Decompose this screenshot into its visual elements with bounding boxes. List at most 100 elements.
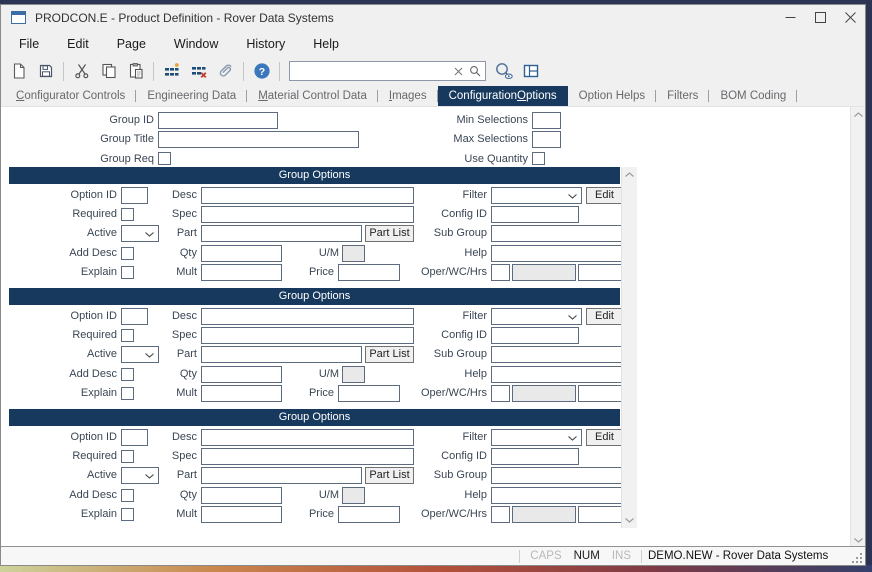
oper-input[interactable] [491, 506, 510, 523]
tab-option-helps[interactable]: Option Helps [568, 86, 656, 106]
help-input[interactable] [491, 245, 623, 262]
sub-group-input[interactable] [491, 225, 623, 242]
qty-input[interactable] [201, 245, 282, 262]
add-desc-checkbox[interactable] [121, 247, 134, 260]
help-button[interactable]: ? [249, 59, 274, 83]
mult-input[interactable] [201, 506, 282, 523]
price-input[interactable] [338, 264, 400, 281]
option-id-input[interactable] [121, 308, 148, 325]
mult-input[interactable] [201, 264, 282, 281]
group-req-checkbox[interactable] [158, 152, 171, 165]
spec-input[interactable] [201, 206, 414, 223]
tab-filters[interactable]: Filters [656, 86, 709, 106]
tab-material-control-data[interactable]: Material Control Data [247, 86, 378, 106]
oper-input[interactable] [491, 385, 510, 402]
sub-group-input[interactable] [491, 346, 623, 363]
filter-dropdown[interactable] [491, 187, 582, 204]
desc-input[interactable] [201, 308, 414, 325]
tab-configurator-controls[interactable]: Configurator Controls [5, 86, 136, 106]
maximize-button[interactable] [805, 5, 835, 31]
required-checkbox[interactable] [121, 450, 134, 463]
cut-button[interactable] [69, 59, 94, 83]
part-input[interactable] [201, 346, 362, 363]
find-preview-button[interactable] [491, 59, 516, 83]
close-button[interactable] [835, 5, 865, 31]
menu-file[interactable]: File [5, 31, 53, 57]
paste-button[interactable] [123, 59, 148, 83]
menu-help[interactable]: Help [299, 31, 353, 57]
qty-input[interactable] [201, 487, 282, 504]
part-list-button[interactable]: Part List [365, 225, 414, 242]
group-id-input[interactable] [158, 112, 278, 129]
required-checkbox[interactable] [121, 329, 134, 342]
price-input[interactable] [338, 506, 400, 523]
config-id-input[interactable] [491, 206, 579, 223]
add-desc-checkbox[interactable] [121, 368, 134, 381]
active-dropdown[interactable] [121, 346, 159, 363]
filter-dropdown[interactable] [491, 308, 582, 325]
config-id-input[interactable] [491, 448, 579, 465]
explain-checkbox[interactable] [121, 508, 134, 521]
clear-search-icon[interactable] [452, 65, 464, 77]
spec-input[interactable] [201, 327, 414, 344]
tab-engineering-data[interactable]: Engineering Data [136, 86, 247, 106]
resize-grip[interactable] [850, 551, 864, 565]
menu-edit[interactable]: Edit [53, 31, 103, 57]
filter-edit-button[interactable]: Edit [586, 187, 623, 204]
desc-input[interactable] [201, 187, 414, 204]
tab-bom-coding[interactable]: BOM Coding [709, 86, 797, 106]
explain-checkbox[interactable] [121, 387, 134, 400]
search-icon[interactable] [469, 65, 481, 77]
insert-row-button[interactable] [159, 59, 184, 83]
part-input[interactable] [201, 225, 362, 242]
qty-input[interactable] [201, 366, 282, 383]
active-dropdown[interactable] [121, 225, 159, 242]
filter-edit-button[interactable]: Edit [586, 429, 623, 446]
save-button[interactable] [33, 59, 58, 83]
config-id-input[interactable] [491, 327, 579, 344]
filter-edit-button[interactable]: Edit [586, 308, 623, 325]
max-selections-input[interactable] [532, 131, 561, 148]
part-list-button[interactable]: Part List [365, 467, 414, 484]
help-input[interactable] [491, 366, 623, 383]
sub-group-input[interactable] [491, 467, 623, 484]
spec-input[interactable] [201, 448, 414, 465]
explain-checkbox[interactable] [121, 266, 134, 279]
part-list-button[interactable]: Part List [365, 346, 414, 363]
new-document-button[interactable] [6, 59, 31, 83]
scroll-up-button[interactable] [851, 107, 865, 122]
attach-button[interactable] [213, 59, 238, 83]
menu-page[interactable]: Page [103, 31, 160, 57]
scroll-down-button[interactable] [851, 533, 865, 546]
add-desc-checkbox[interactable] [121, 489, 134, 502]
min-selections-input[interactable] [532, 112, 561, 129]
oper-input[interactable] [491, 264, 510, 281]
part-input[interactable] [201, 467, 362, 484]
scroll-down-button[interactable] [622, 513, 637, 528]
menu-history[interactable]: History [232, 31, 299, 57]
desc-input[interactable] [201, 429, 414, 446]
delete-row-button[interactable] [186, 59, 211, 83]
tab-images[interactable]: Images [378, 86, 438, 106]
options-scrollbar[interactable] [621, 167, 637, 528]
layout-view-button[interactable] [518, 59, 543, 83]
hrs-input[interactable] [578, 264, 623, 281]
copy-button[interactable] [96, 59, 121, 83]
required-checkbox[interactable] [121, 208, 134, 221]
menu-window[interactable]: Window [160, 31, 232, 57]
active-dropdown[interactable] [121, 467, 159, 484]
option-id-input[interactable] [121, 187, 148, 204]
minimize-button[interactable] [775, 5, 805, 31]
page-scrollbar[interactable] [850, 107, 865, 546]
price-input[interactable] [338, 385, 400, 402]
filter-dropdown[interactable] [491, 429, 582, 446]
page-content: Group ID Min Selections Group Title Max … [1, 107, 865, 546]
tab-configuration-options[interactable]: Configuration Options [438, 86, 568, 106]
option-id-input[interactable] [121, 429, 148, 446]
hrs-input[interactable] [578, 385, 623, 402]
mult-input[interactable] [201, 385, 282, 402]
help-input[interactable] [491, 487, 623, 504]
scroll-up-button[interactable] [622, 167, 637, 182]
hrs-input[interactable] [578, 506, 623, 523]
use-quantity-checkbox[interactable] [532, 152, 545, 165]
